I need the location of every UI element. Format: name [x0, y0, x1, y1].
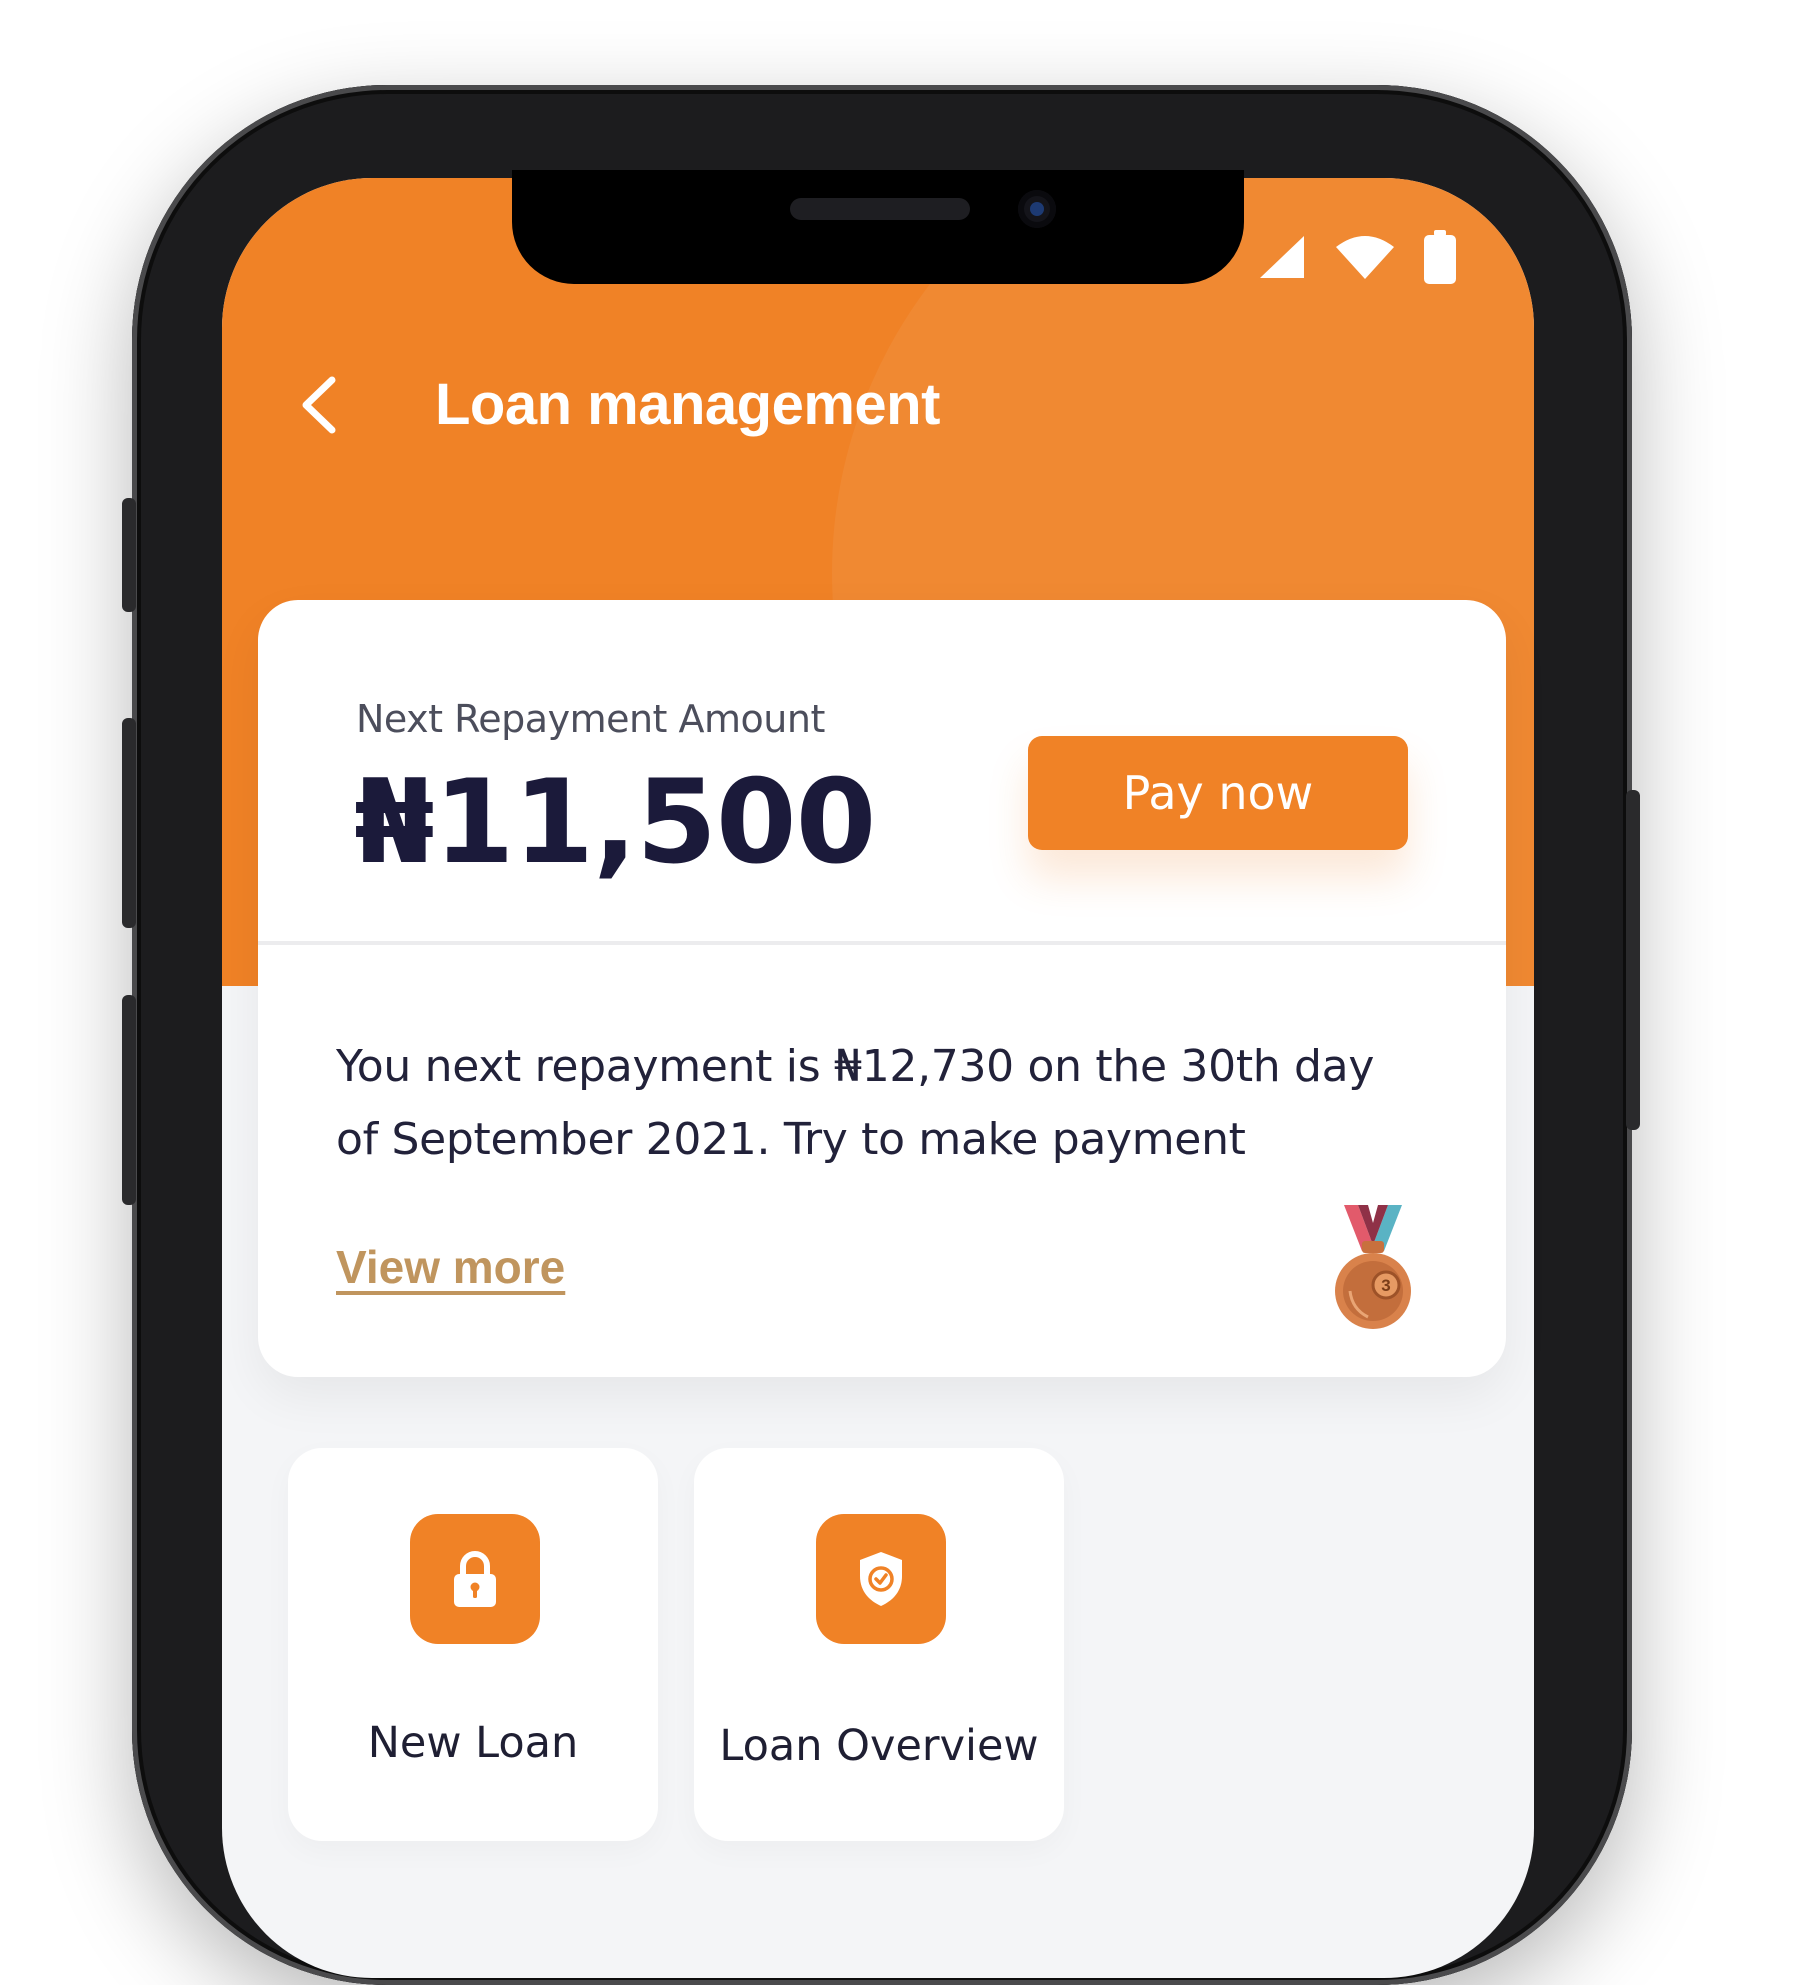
new-loan-label: New Loan	[367, 1718, 579, 1768]
front-camera	[1018, 190, 1056, 228]
page-title: Loan management	[435, 372, 940, 437]
pay-now-button[interactable]: Pay now	[1028, 736, 1408, 850]
phone-volume-down-button	[122, 995, 136, 1205]
phone-notch	[512, 170, 1244, 284]
repayment-label: Next Repayment Amount	[356, 697, 825, 741]
signal-icon	[1258, 234, 1306, 285]
back-button[interactable]	[290, 370, 350, 440]
repayment-card: Next Repayment Amount ₦11,500 Pay now Yo…	[258, 600, 1506, 1377]
wifi-icon	[1334, 233, 1396, 286]
new-loan-tile[interactable]: New Loan	[288, 1448, 658, 1841]
new-loan-icon-box	[410, 1514, 540, 1644]
chevron-left-icon	[302, 376, 336, 434]
lock-icon	[454, 1551, 496, 1607]
card-divider	[258, 941, 1506, 945]
shield-check-icon	[860, 1552, 902, 1606]
loan-overview-label: Loan Overview	[719, 1721, 1039, 1771]
medal-number: 3	[1381, 1276, 1390, 1295]
status-bar	[1258, 230, 1456, 289]
phone-power-button	[1626, 790, 1640, 1130]
bronze-medal-icon: 3	[1335, 1205, 1411, 1329]
battery-icon	[1424, 230, 1456, 289]
phone-volume-up-button	[122, 718, 136, 928]
loan-overview-tile[interactable]: Loan Overview	[694, 1448, 1064, 1841]
repayment-message: You next repayment is ₦12,730 on the 30t…	[336, 1041, 1375, 1165]
loan-overview-icon-box	[816, 1514, 946, 1644]
view-more-link[interactable]: View more	[336, 1240, 565, 1294]
phone-silent-switch	[122, 498, 136, 612]
repayment-amount: ₦11,500	[354, 755, 876, 890]
speaker-grille	[790, 198, 970, 220]
